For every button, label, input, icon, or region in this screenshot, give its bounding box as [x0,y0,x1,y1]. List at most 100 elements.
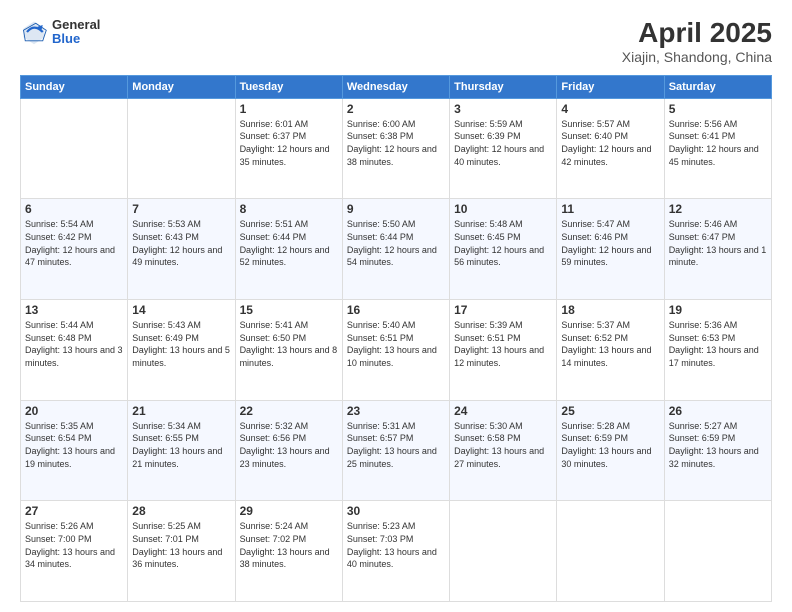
day-detail: Sunrise: 5:48 AMSunset: 6:45 PMDaylight:… [454,218,552,268]
table-row: 5Sunrise: 5:56 AMSunset: 6:41 PMDaylight… [664,98,771,199]
calendar-title: April 2025 [622,18,772,49]
table-row: 22Sunrise: 5:32 AMSunset: 6:56 PMDayligh… [235,400,342,501]
day-detail: Sunrise: 5:25 AMSunset: 7:01 PMDaylight:… [132,520,230,570]
day-number: 24 [454,404,552,418]
col-tuesday: Tuesday [235,75,342,98]
table-row: 6 Sunrise: 5:54 AMSunset: 6:42 PMDaylight… [21,199,128,300]
table-row: 17 Sunrise: 5:39 AMSunset: 6:51 PMDayligh… [450,300,557,401]
day-detail: Sunrise: 5:39 AMSunset: 6:51 PMDaylight:… [454,319,552,369]
logo: General Blue [20,18,100,47]
table-row: 25 Sunrise: 5:28 AMSunset: 6:59 PMDayligh… [557,400,664,501]
day-detail: Sunrise: 5:37 AMSunset: 6:52 PMDaylight:… [561,319,659,369]
day-number: 8 [240,202,338,216]
calendar-week-row: 13Sunrise: 5:44 AMSunset: 6:48 PMDayligh… [21,300,772,401]
day-detail: Sunrise: 5:36 AMSunset: 6:53 PMDaylight:… [669,319,767,369]
day-number: 20 [25,404,123,418]
table-row: 19 Sunrise: 5:36 AMSunset: 6:53 PMDayligh… [664,300,771,401]
calendar-header-row: Sunday Monday Tuesday Wednesday Thursday… [21,75,772,98]
header: General Blue April 2025 Xiajin, Shandong… [20,18,772,65]
day-detail: Sunrise: 5:28 AMSunset: 6:59 PMDaylight:… [561,420,659,470]
table-row: 24 Sunrise: 5:30 AMSunset: 6:58 PMDayligh… [450,400,557,501]
table-row: 14Sunrise: 5:43 AMSunset: 6:49 PMDayligh… [128,300,235,401]
day-number: 9 [347,202,445,216]
day-number: 7 [132,202,230,216]
table-row [664,501,771,602]
day-detail: Sunrise: 5:54 AMSunset: 6:42 PMDaylight:… [25,218,123,268]
day-detail: Sunrise: 6:01 AMSunset: 6:37 PMDaylight:… [240,118,338,168]
calendar-table: Sunday Monday Tuesday Wednesday Thursday… [20,75,772,602]
day-detail: Sunrise: 5:40 AMSunset: 6:51 PMDaylight:… [347,319,445,369]
day-number: 25 [561,404,659,418]
day-detail: Sunrise: 5:59 AMSunset: 6:39 PMDaylight:… [454,118,552,168]
table-row: 9 Sunrise: 5:50 AMSunset: 6:44 PMDaylight… [342,199,449,300]
day-detail: Sunrise: 5:34 AMSunset: 6:55 PMDaylight:… [132,420,230,470]
calendar-week-row: 27Sunrise: 5:26 AMSunset: 7:00 PMDayligh… [21,501,772,602]
col-saturday: Saturday [664,75,771,98]
day-number: 10 [454,202,552,216]
calendar-week-row: 20 Sunrise: 5:35 AMSunset: 6:54 PMDayligh… [21,400,772,501]
day-number: 29 [240,504,338,518]
col-sunday: Sunday [21,75,128,98]
day-number: 1 [240,102,338,116]
day-detail: Sunrise: 5:41 AMSunset: 6:50 PMDaylight:… [240,319,338,369]
table-row [557,501,664,602]
col-wednesday: Wednesday [342,75,449,98]
day-number: 4 [561,102,659,116]
calendar-week-row: 6 Sunrise: 5:54 AMSunset: 6:42 PMDaylight… [21,199,772,300]
calendar-subtitle: Xiajin, Shandong, China [622,49,772,65]
col-thursday: Thursday [450,75,557,98]
day-detail: Sunrise: 5:56 AMSunset: 6:41 PMDaylight:… [669,118,767,168]
day-detail: Sunrise: 5:24 AMSunset: 7:02 PMDaylight:… [240,520,338,570]
table-row [128,98,235,199]
table-row: 20 Sunrise: 5:35 AMSunset: 6:54 PMDayligh… [21,400,128,501]
table-row: 18Sunrise: 5:37 AMSunset: 6:52 PMDayligh… [557,300,664,401]
table-row: 12 Sunrise: 5:46 AMSunset: 6:47 PMDayligh… [664,199,771,300]
col-monday: Monday [128,75,235,98]
table-row [450,501,557,602]
day-detail: Sunrise: 5:51 AMSunset: 6:44 PMDaylight:… [240,218,338,268]
table-row: 15 Sunrise: 5:41 AMSunset: 6:50 PMDayligh… [235,300,342,401]
table-row: 27Sunrise: 5:26 AMSunset: 7:00 PMDayligh… [21,501,128,602]
table-row: 2Sunrise: 6:00 AMSunset: 6:38 PMDaylight… [342,98,449,199]
logo-icon [20,18,48,46]
table-row: 3Sunrise: 5:59 AMSunset: 6:39 PMDaylight… [450,98,557,199]
day-number: 19 [669,303,767,317]
day-number: 17 [454,303,552,317]
day-detail: Sunrise: 5:46 AMSunset: 6:47 PMDaylight:… [669,218,767,268]
day-number: 28 [132,504,230,518]
day-number: 11 [561,202,659,216]
day-detail: Sunrise: 6:00 AMSunset: 6:38 PMDaylight:… [347,118,445,168]
table-row: 16 Sunrise: 5:40 AMSunset: 6:51 PMDayligh… [342,300,449,401]
day-detail: Sunrise: 5:50 AMSunset: 6:44 PMDaylight:… [347,218,445,268]
day-number: 12 [669,202,767,216]
day-detail: Sunrise: 5:47 AMSunset: 6:46 PMDaylight:… [561,218,659,268]
table-row: 26 Sunrise: 5:27 AMSunset: 6:59 PMDayligh… [664,400,771,501]
day-detail: Sunrise: 5:30 AMSunset: 6:58 PMDaylight:… [454,420,552,470]
table-row: 23Sunrise: 5:31 AMSunset: 6:57 PMDayligh… [342,400,449,501]
day-number: 26 [669,404,767,418]
table-row: 13Sunrise: 5:44 AMSunset: 6:48 PMDayligh… [21,300,128,401]
day-detail: Sunrise: 5:44 AMSunset: 6:48 PMDaylight:… [25,319,123,369]
table-row: 28 Sunrise: 5:25 AMSunset: 7:01 PMDayligh… [128,501,235,602]
day-detail: Sunrise: 5:53 AMSunset: 6:43 PMDaylight:… [132,218,230,268]
calendar-week-row: 1 Sunrise: 6:01 AMSunset: 6:37 PMDaylight… [21,98,772,199]
day-number: 6 [25,202,123,216]
day-number: 22 [240,404,338,418]
table-row: 30Sunrise: 5:23 AMSunset: 7:03 PMDayligh… [342,501,449,602]
day-number: 16 [347,303,445,317]
day-number: 15 [240,303,338,317]
day-number: 21 [132,404,230,418]
day-detail: Sunrise: 5:27 AMSunset: 6:59 PMDaylight:… [669,420,767,470]
day-number: 30 [347,504,445,518]
table-row: 4 Sunrise: 5:57 AMSunset: 6:40 PMDaylight… [557,98,664,199]
day-detail: Sunrise: 5:43 AMSunset: 6:49 PMDaylight:… [132,319,230,369]
day-detail: Sunrise: 5:31 AMSunset: 6:57 PMDaylight:… [347,420,445,470]
table-row: 10 Sunrise: 5:48 AMSunset: 6:45 PMDayligh… [450,199,557,300]
day-number: 27 [25,504,123,518]
day-detail: Sunrise: 5:57 AMSunset: 6:40 PMDaylight:… [561,118,659,168]
table-row: 21 Sunrise: 5:34 AMSunset: 6:55 PMDayligh… [128,400,235,501]
day-detail: Sunrise: 5:35 AMSunset: 6:54 PMDaylight:… [25,420,123,470]
table-row [21,98,128,199]
table-row: 11 Sunrise: 5:47 AMSunset: 6:46 PMDayligh… [557,199,664,300]
col-friday: Friday [557,75,664,98]
